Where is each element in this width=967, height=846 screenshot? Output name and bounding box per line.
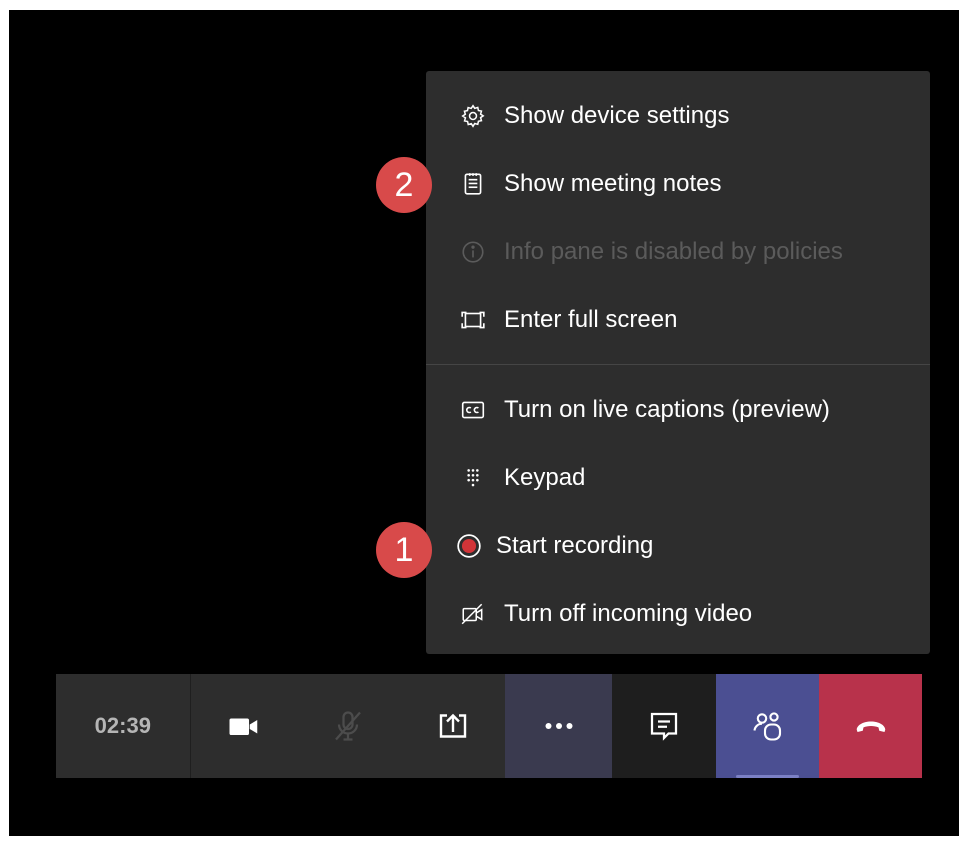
hang-up-button[interactable] xyxy=(819,674,922,778)
menu-item-full-screen[interactable]: Enter full screen xyxy=(426,298,930,342)
meeting-control-bar: 02:39 xyxy=(56,674,922,778)
record-icon xyxy=(452,529,486,563)
menu-item-label: Start recording xyxy=(496,532,654,559)
annotation-badge-1: 1 xyxy=(376,522,432,578)
info-icon xyxy=(456,235,490,269)
menu-item-label: Show meeting notes xyxy=(504,170,722,197)
menu-item-info-pane: Info pane is disabled by policies xyxy=(426,230,930,274)
share-screen-icon xyxy=(439,713,467,738)
menu-divider xyxy=(426,364,930,365)
camera-button[interactable] xyxy=(191,674,296,778)
keypad-icon xyxy=(456,461,490,495)
more-actions-button[interactable] xyxy=(505,674,613,778)
more-dots-icon xyxy=(545,723,573,729)
fullscreen-icon xyxy=(456,303,490,337)
chat-icon xyxy=(651,712,678,741)
menu-item-label: Keypad xyxy=(504,464,586,491)
notes-icon xyxy=(456,167,490,201)
menu-item-label: Turn on live captions (preview) xyxy=(504,396,830,423)
menu-item-start-recording[interactable]: Start recording xyxy=(426,524,930,568)
menu-item-label: Enter full screen xyxy=(504,306,678,333)
menu-item-device-settings[interactable]: Show device settings xyxy=(426,94,930,138)
captions-icon xyxy=(456,393,490,427)
menu-item-label: Info pane is disabled by policies xyxy=(504,238,843,265)
call-timer: 02:39 xyxy=(56,674,191,778)
menu-item-live-captions[interactable]: Turn on live captions (preview) xyxy=(426,388,930,432)
menu-item-keypad[interactable]: Keypad xyxy=(426,456,930,500)
gear-icon xyxy=(456,99,490,133)
participants-button[interactable] xyxy=(716,674,820,778)
phone-hangup-icon xyxy=(856,721,885,732)
share-screen-button[interactable] xyxy=(400,674,505,778)
mic-muted-icon xyxy=(335,711,361,741)
menu-item-label: Turn off incoming video xyxy=(504,600,753,627)
menu-item-meeting-notes[interactable]: Show meeting notes xyxy=(426,162,930,206)
annotation-badge-2: 2 xyxy=(376,157,432,213)
menu-item-incoming-video[interactable]: Turn off incoming video xyxy=(426,592,930,636)
video-off-icon xyxy=(456,597,490,631)
menu-item-label: Show device settings xyxy=(504,102,730,129)
chat-button[interactable] xyxy=(612,674,717,778)
more-actions-menu: Show device settings Show meeting notes … xyxy=(426,71,930,654)
video-camera-icon xyxy=(229,718,258,735)
microphone-button[interactable] xyxy=(296,674,401,778)
people-icon xyxy=(753,712,781,741)
